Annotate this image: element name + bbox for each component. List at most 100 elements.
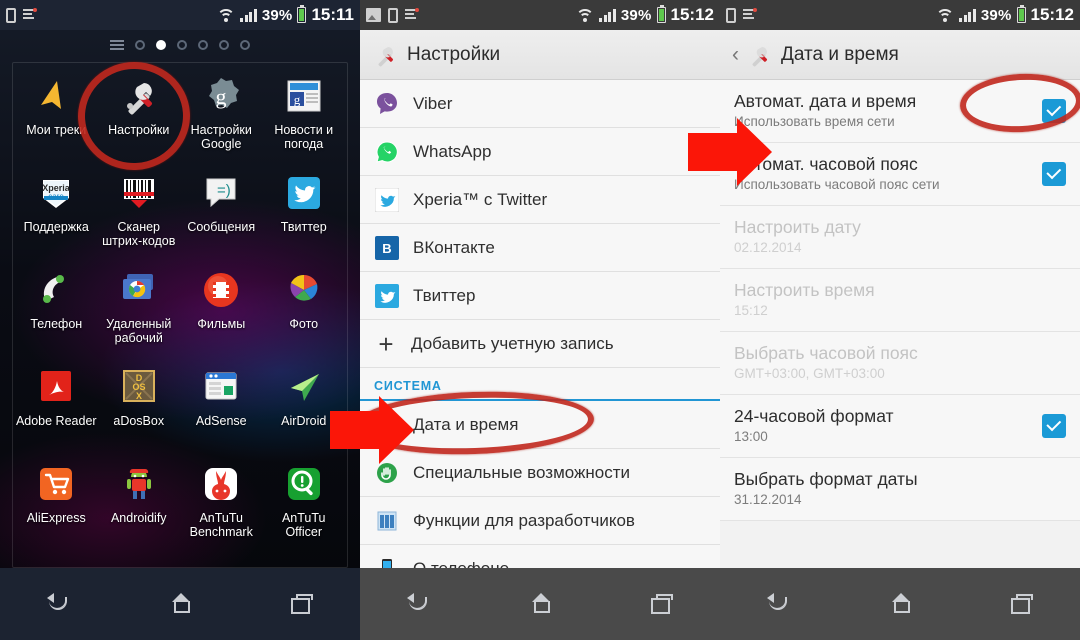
section-header-system: СИСТЕМА	[360, 368, 720, 401]
app-label: Adobe Reader	[15, 414, 97, 428]
phone-icon	[6, 7, 16, 23]
pref-subtitle: Использовать часовой пояс сети	[734, 177, 940, 192]
wifi-icon	[936, 8, 955, 22]
recents-icon[interactable]	[285, 591, 315, 617]
settings-header: Настройки	[360, 30, 720, 80]
date-time-screen: ‹ Дата и время Автомат. дата и время Исп…	[720, 30, 1080, 568]
annotation-arrow-to-checkbox	[688, 118, 772, 186]
antutu-rabbit-icon	[198, 461, 244, 507]
back-icon[interactable]	[405, 591, 435, 617]
list-item-add-account[interactable]: + Добавить учетную запись	[360, 320, 720, 368]
date-time-header: ‹ Дата и время	[720, 30, 1080, 80]
pref-row-24h-format[interactable]: 24-часовой формат 13:00	[720, 395, 1080, 458]
checkbox-24h-format[interactable]	[1042, 414, 1066, 438]
app-icon-twitter[interactable]: Твиттер	[263, 166, 346, 261]
page-dot[interactable]	[219, 40, 229, 50]
dosbox-icon: D OS X	[116, 364, 162, 410]
app-icon-antutu-officer[interactable]: AnTuTu Officer	[263, 457, 346, 552]
movies-icon	[198, 267, 244, 313]
settings-list: Viber WhatsApp Xperia™ с Twitter B ВКонт…	[360, 80, 720, 568]
left-screen: 39% 15:11 Мои треки Настройки g Настройк…	[0, 0, 360, 640]
app-icon-settings[interactable]: Настройки	[98, 69, 181, 164]
list-item-about-phone[interactable]: О телефоне	[360, 545, 720, 568]
list-item-label: Viber	[413, 93, 453, 113]
list-notification-icon	[743, 8, 757, 22]
list-item-date-time[interactable]: Дата и время	[360, 401, 720, 449]
checkbox-auto-date-time[interactable]	[1042, 99, 1066, 123]
pref-subtitle: 15:12	[734, 303, 768, 318]
status-bar-right: 39% 15:12	[720, 0, 1080, 30]
app-icon-remote-desktop[interactable]: Удаленный рабочий	[98, 263, 181, 358]
navigation-bar-right	[720, 568, 1080, 640]
developer-icon	[374, 508, 400, 534]
app-icon-adsense[interactable]: AdSense	[180, 360, 263, 455]
app-icon-phone[interactable]: Телефон	[15, 263, 98, 358]
page-dot[interactable]	[198, 40, 208, 50]
app-icon-photos[interactable]: Фото	[263, 263, 346, 358]
app-icon-adosbox[interactable]: D OS X aDosBox	[98, 360, 181, 455]
messaging-icon: =)	[198, 170, 244, 216]
status-bar-left: 39% 15:11	[0, 0, 360, 30]
list-item-whatsapp[interactable]: WhatsApp	[360, 128, 720, 176]
app-icon-messaging[interactable]: =) Сообщения	[180, 166, 263, 261]
app-icon-adobe-reader[interactable]: Adobe Reader	[15, 360, 98, 455]
svg-text:B: B	[382, 241, 391, 256]
screenshot-root: 39% 15:11 Мои треки Настройки g Настройк…	[0, 0, 1080, 640]
page-title: Настройки	[407, 43, 501, 65]
tools-icon	[746, 42, 772, 68]
page-title: Дата и время	[781, 43, 899, 65]
app-label: Сообщения	[187, 220, 256, 234]
list-item-vk[interactable]: B ВКонтакте	[360, 224, 720, 272]
app-icon-antutu-benchmark[interactable]: AnTuTu Benchmark	[180, 457, 263, 552]
list-item-developer-options[interactable]: Функции для разработчиков	[360, 497, 720, 545]
app-label: Фото	[289, 317, 319, 331]
pref-row-auto-date-time[interactable]: Автомат. дата и время Использовать время…	[720, 80, 1080, 143]
pref-row-date-format[interactable]: Выбрать формат даты 31.12.2014	[720, 458, 1080, 521]
airdroid-icon	[281, 364, 327, 410]
page-dot[interactable]	[135, 40, 145, 50]
pref-title: Автомат. часовой пояс	[734, 154, 918, 174]
image-icon	[366, 8, 381, 22]
list-item-viber[interactable]: Viber	[360, 80, 720, 128]
twitter-icon	[281, 170, 327, 216]
hamburger-icon[interactable]	[110, 40, 124, 50]
pref-subtitle: 02.12.2014	[734, 240, 802, 255]
back-icon[interactable]	[765, 591, 795, 617]
app-icon-google-settings[interactable]: g Настройки Google	[180, 69, 263, 164]
page-dot-active[interactable]	[156, 40, 166, 50]
antutu-officer-icon	[281, 461, 327, 507]
recents-icon[interactable]	[1005, 591, 1035, 617]
list-item-xperia-twitter[interactable]: Xperia™ с Twitter	[360, 176, 720, 224]
chevron-left-icon[interactable]: ‹	[732, 44, 739, 65]
list-item-label: ВКонтакте	[413, 237, 495, 257]
app-icon-aliexpress[interactable]: AliExpress	[15, 457, 98, 552]
back-icon[interactable]	[45, 591, 75, 617]
home-icon[interactable]	[885, 591, 915, 617]
checkbox-auto-timezone[interactable]	[1042, 162, 1066, 186]
phone-handset-icon	[33, 267, 79, 313]
phone-icon	[726, 7, 736, 23]
app-grid-container: Мои треки Настройки g Настройки Google g…	[12, 62, 348, 568]
app-icon-news-weather[interactable]: g Новости и погода	[263, 69, 346, 164]
clock-text: 15:12	[670, 5, 714, 24]
list-item-twitter[interactable]: Твиттер	[360, 272, 720, 320]
home-icon[interactable]	[525, 591, 555, 617]
recents-icon[interactable]	[645, 591, 675, 617]
page-dot[interactable]	[240, 40, 250, 50]
home-icon[interactable]	[165, 591, 195, 617]
battery-percent: 39%	[980, 6, 1012, 24]
page-indicator[interactable]	[0, 30, 360, 60]
app-icon-androidify[interactable]: Androidify	[98, 457, 181, 552]
pref-row-auto-timezone[interactable]: Автомат. часовой пояс Использовать часов…	[720, 143, 1080, 206]
app-icon-barcode-scanner[interactable]: Сканер штрих-кодов	[98, 166, 181, 261]
pref-row-set-date: Настроить дату 02.12.2014	[720, 206, 1080, 269]
app-label: Твиттер	[280, 220, 327, 234]
svg-text:care: care	[48, 192, 64, 201]
battery-percent: 39%	[261, 6, 293, 24]
list-item-accessibility[interactable]: Специальные возможности	[360, 449, 720, 497]
app-icon-my-tracks[interactable]: Мои треки	[15, 69, 98, 164]
app-icon-movies[interactable]: Фильмы	[180, 263, 263, 358]
app-icon-support[interactable]: Xperia care Поддержка	[15, 166, 98, 261]
page-dot[interactable]	[177, 40, 187, 50]
news-icon: g	[281, 73, 327, 119]
